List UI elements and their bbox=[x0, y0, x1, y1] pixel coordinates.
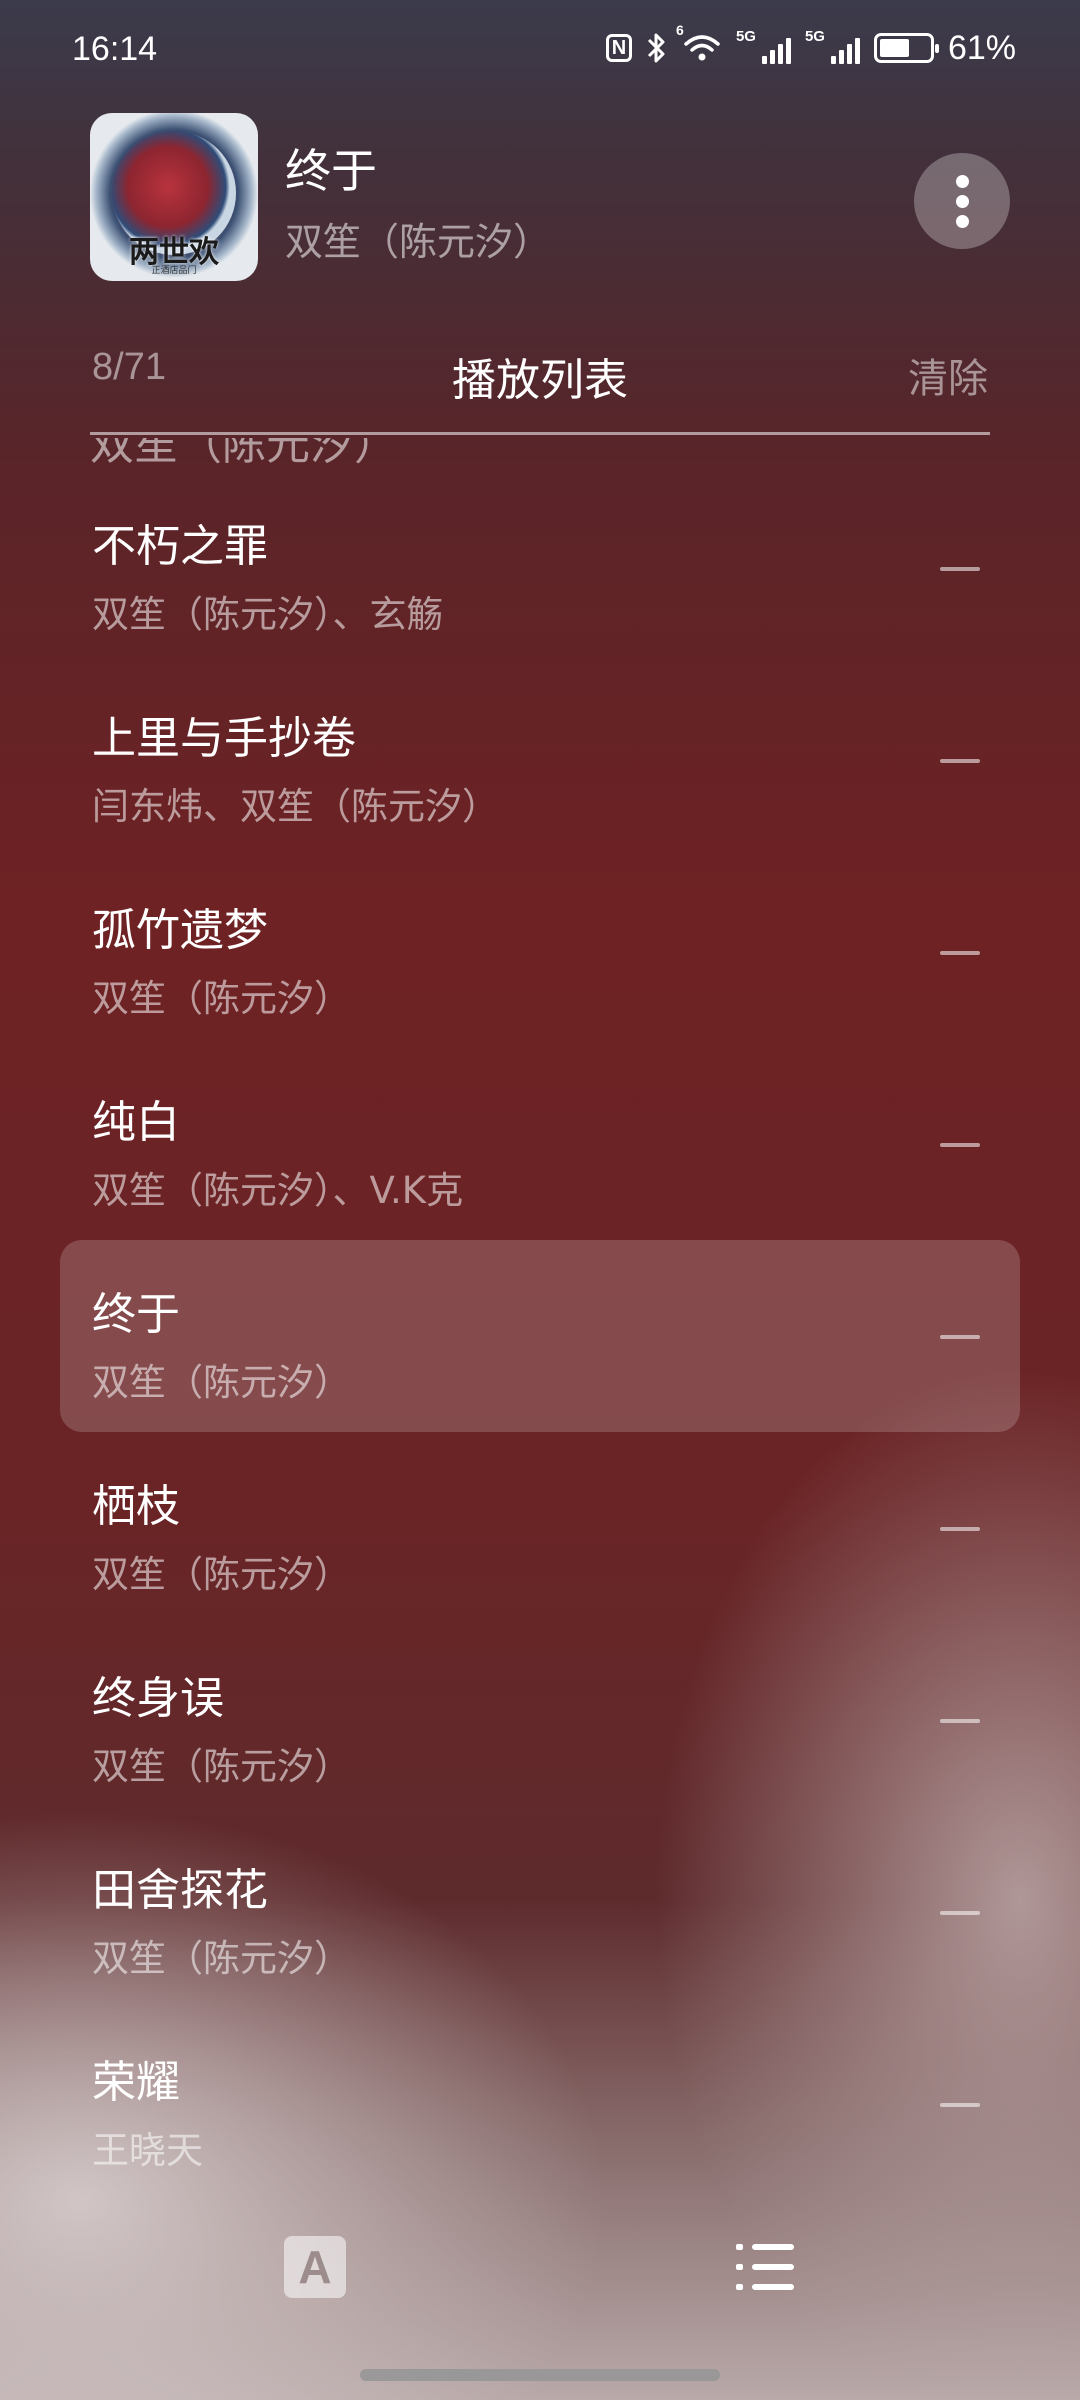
list-icon[interactable] bbox=[736, 2242, 794, 2292]
cellular-signal-1-icon: 5G bbox=[736, 28, 791, 64]
battery-fill bbox=[879, 39, 910, 57]
song-artist: 双笙（陈元汐）、V.K克 bbox=[92, 1169, 464, 1212]
remove-song-button[interactable] bbox=[930, 1312, 990, 1362]
wifi-tag: 6 bbox=[675, 22, 684, 38]
song-title: 不朽之罪 bbox=[92, 521, 268, 572]
remove-song-button[interactable] bbox=[930, 1120, 990, 1170]
song-artist: 双笙（陈元汐） bbox=[92, 1361, 351, 1404]
playlist-title: 播放列表 bbox=[452, 355, 628, 406]
list-item[interactable]: 终身误双笙（陈元汐） bbox=[60, 1624, 1020, 1816]
remove-song-button[interactable] bbox=[930, 1696, 990, 1746]
home-indicator[interactable] bbox=[360, 2369, 720, 2381]
song-artist: 闫东炜、双笙（陈元汐） bbox=[92, 785, 499, 828]
song-artist: 双笙（陈元汐） bbox=[92, 977, 351, 1020]
list-item[interactable]: 纯白双笙（陈元汐）、V.K克 bbox=[60, 1048, 1020, 1240]
status-icons: N 6 5G 5G 61% bbox=[605, 22, 1016, 68]
list-item[interactable]: 栖枝双笙（陈元汐） bbox=[60, 1432, 1020, 1624]
song-title: 栖枝 bbox=[92, 1481, 180, 1532]
list-item[interactable]: 荣耀 王晓天 bbox=[60, 2008, 1020, 2180]
bluetooth-icon bbox=[646, 28, 668, 68]
playlist-header: 8/71 播放列表 清除 bbox=[90, 336, 990, 416]
signal-2-tag: 5G bbox=[804, 28, 825, 45]
minus-icon bbox=[940, 1719, 980, 1723]
album-art[interactable]: 两世欢 正酒店品门 bbox=[90, 113, 258, 281]
signal-1-tag: 5G bbox=[735, 28, 756, 45]
lyrics-icon[interactable]: A bbox=[284, 2236, 346, 2298]
minus-icon bbox=[940, 567, 980, 571]
bottom-toolbar: A bbox=[0, 2220, 1080, 2320]
song-title: 荣耀 bbox=[92, 2057, 180, 2108]
album-art-subtitle: 正酒店品门 bbox=[151, 266, 197, 276]
list-item[interactable]: 孤竹遗梦双笙（陈元汐） bbox=[60, 856, 1020, 1048]
song-title: 纯白 bbox=[92, 1097, 180, 1148]
minus-icon bbox=[940, 1335, 980, 1339]
remove-song-button[interactable] bbox=[930, 2080, 990, 2130]
minus-icon bbox=[940, 1527, 980, 1531]
list-item[interactable]: 田舍探花双笙（陈元汐） bbox=[60, 1816, 1020, 2008]
song-artist: 双笙（陈元汐） bbox=[92, 1553, 351, 1596]
clear-playlist-button[interactable]: 清除 bbox=[908, 346, 988, 404]
now-playing-title: 终于 bbox=[285, 144, 377, 198]
wifi-icon: 6 bbox=[676, 22, 722, 68]
song-artist: 双笙（陈元汐） bbox=[92, 1745, 351, 1788]
list-item-current[interactable]: 终于双笙（陈元汐） bbox=[60, 1240, 1020, 1432]
now-playing-header[interactable]: 两世欢 正酒店品门 终于 双笙（陈元汐） bbox=[90, 113, 1010, 283]
more-options-button[interactable] bbox=[914, 153, 1010, 249]
status-bar: 16:14 N 6 5G 5G 61% bbox=[0, 0, 1080, 100]
remove-song-button[interactable] bbox=[930, 544, 990, 594]
list-item[interactable]: 上里与手抄卷闫东炜、双笙（陈元汐） bbox=[60, 664, 1020, 856]
playlist-list[interactable]: 双笙（陈元汐） 不朽之罪 双笙（陈元汐）、玄觞 上里与手抄卷 闫东炜、双笙（陈元汐）孤… bbox=[60, 438, 1020, 2180]
remove-song-button[interactable] bbox=[930, 1888, 990, 1938]
list-item[interactable]: 不朽之罪双笙（陈元汐）、玄觞 bbox=[60, 472, 1020, 664]
remove-song-button[interactable] bbox=[930, 736, 990, 786]
minus-icon bbox=[940, 1143, 980, 1147]
song-artist: 双笙（陈元汐）、玄觞 bbox=[92, 593, 444, 636]
more-vertical-icon bbox=[955, 174, 969, 188]
minus-icon bbox=[940, 951, 980, 955]
playlist-divider bbox=[90, 432, 990, 435]
minus-icon bbox=[940, 2103, 980, 2107]
song-title: 上里与手抄卷 bbox=[92, 713, 356, 764]
battery-percent: 61% bbox=[947, 28, 1016, 67]
song-artist: 双笙（陈元汐） bbox=[92, 1937, 351, 1980]
remove-song-button[interactable] bbox=[930, 1504, 990, 1554]
now-playing-artist: 双笙（陈元汐） bbox=[285, 220, 552, 264]
minus-icon bbox=[940, 759, 980, 763]
partial-list-item-artist: 双笙（陈元汐） bbox=[90, 438, 398, 470]
song-title: 孤竹遗梦 bbox=[92, 905, 268, 956]
remove-song-button[interactable] bbox=[930, 928, 990, 978]
cellular-signal-2-icon: 5G bbox=[805, 28, 860, 64]
song-title: 田舍探花 bbox=[92, 1865, 268, 1916]
song-title: 终于 bbox=[92, 1289, 180, 1340]
minus-icon bbox=[940, 1911, 980, 1915]
battery-icon bbox=[873, 33, 939, 63]
nfc-icon: N bbox=[605, 34, 632, 62]
status-time: 16:14 bbox=[72, 30, 158, 68]
song-artist: 王晓天 bbox=[92, 2129, 203, 2172]
song-title: 终身误 bbox=[92, 1673, 224, 1724]
